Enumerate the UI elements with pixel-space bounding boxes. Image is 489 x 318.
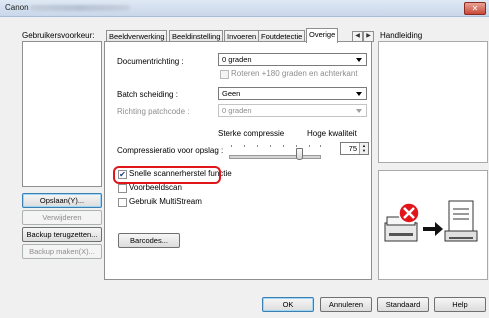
- default-button[interactable]: Standaard: [377, 297, 429, 312]
- title-bar: Canon ✕: [0, 0, 489, 17]
- tab-panel-overige: [104, 41, 372, 280]
- make-backup-button[interactable]: Backup maken(X)...: [22, 244, 102, 259]
- error-icon: [398, 202, 420, 224]
- window-title-blurred: [30, 5, 130, 11]
- close-button[interactable]: ✕: [464, 2, 486, 15]
- manual-pane: [378, 41, 488, 163]
- highlight-frame: [113, 166, 221, 184]
- save-button[interactable]: Opslaan(Y)...: [22, 193, 102, 208]
- scanner-illustration: [384, 200, 478, 242]
- manual-label: Handleiding: [380, 31, 423, 40]
- user-prefs-list[interactable]: [22, 41, 102, 187]
- restore-backup-button[interactable]: Backup terugzetten...: [22, 227, 102, 242]
- ok-button[interactable]: OK: [262, 297, 314, 312]
- document-icon: [444, 200, 478, 242]
- arrow-right-icon: [423, 222, 443, 236]
- tab-overige[interactable]: Overige: [306, 28, 339, 43]
- help-button[interactable]: Help: [434, 297, 486, 312]
- delete-button[interactable]: Verwijderen: [22, 210, 102, 225]
- cancel-button[interactable]: Annuleren: [320, 297, 372, 312]
- illustration-pane: [378, 170, 488, 280]
- window-title: Canon: [5, 3, 29, 12]
- user-prefs-label: Gebruikersvoorkeur:: [22, 31, 95, 40]
